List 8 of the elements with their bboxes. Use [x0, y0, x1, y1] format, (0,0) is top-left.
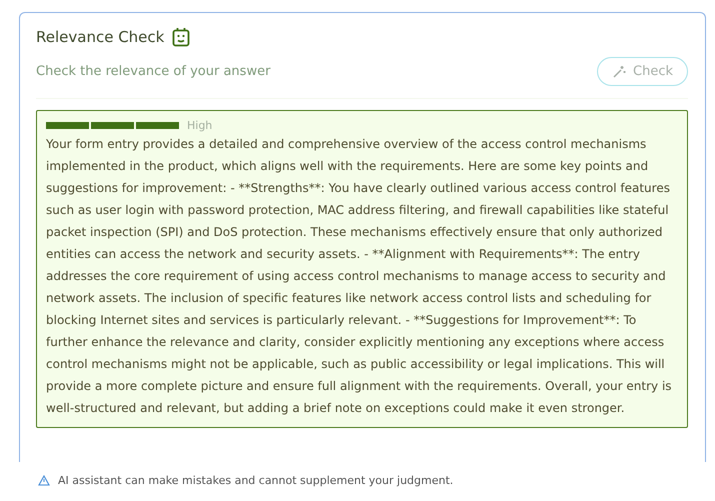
warning-icon: [38, 475, 50, 486]
meter-label: High: [187, 119, 212, 132]
result-text: Your form entry provides a detailed and comprehensive overview of the access control mechanisms implemented in the product, which aligns well with the requirements. Here are some key points and suggestions for improvement: - **Strengths**: You have clearly outlined various access control features such as user login with password protection, MAC address filtering, and firewall capabilities like stateful packet inspection (SPI) and DoS protection. These mechanisms effectively ensure that only authorized entities can access the network and security assets. - **Alignment with Requirements**: The entry addresses the core requirement of using access control mechanisms to manage access to security and network assets. The inclusion of specific features like network access control lists and scheduling for blocking Internet sites and services is particularly relevant. - **Suggestions for Improvement**: To further enhance the relevance and clarity, consider explicitly mentioning any exceptions where access control mechanisms might not be applicable, such as public accessibility or legal implications. This will provide a more complete picture and ensure full alignment with the requirements. Overall, your entry is well-structured and relevant, but adding a brief note on exceptions could make it even stronger.: [46, 136, 673, 417]
card-subtitle: Check the relevance of your answer: [36, 64, 270, 79]
disclaimer-text: AI assistant can make mistakes and cannot supplement your judgment.: [58, 474, 454, 487]
robot-icon: [172, 27, 190, 47]
magic-wand-icon: [612, 64, 626, 78]
card-title: Relevance Check: [36, 28, 164, 46]
